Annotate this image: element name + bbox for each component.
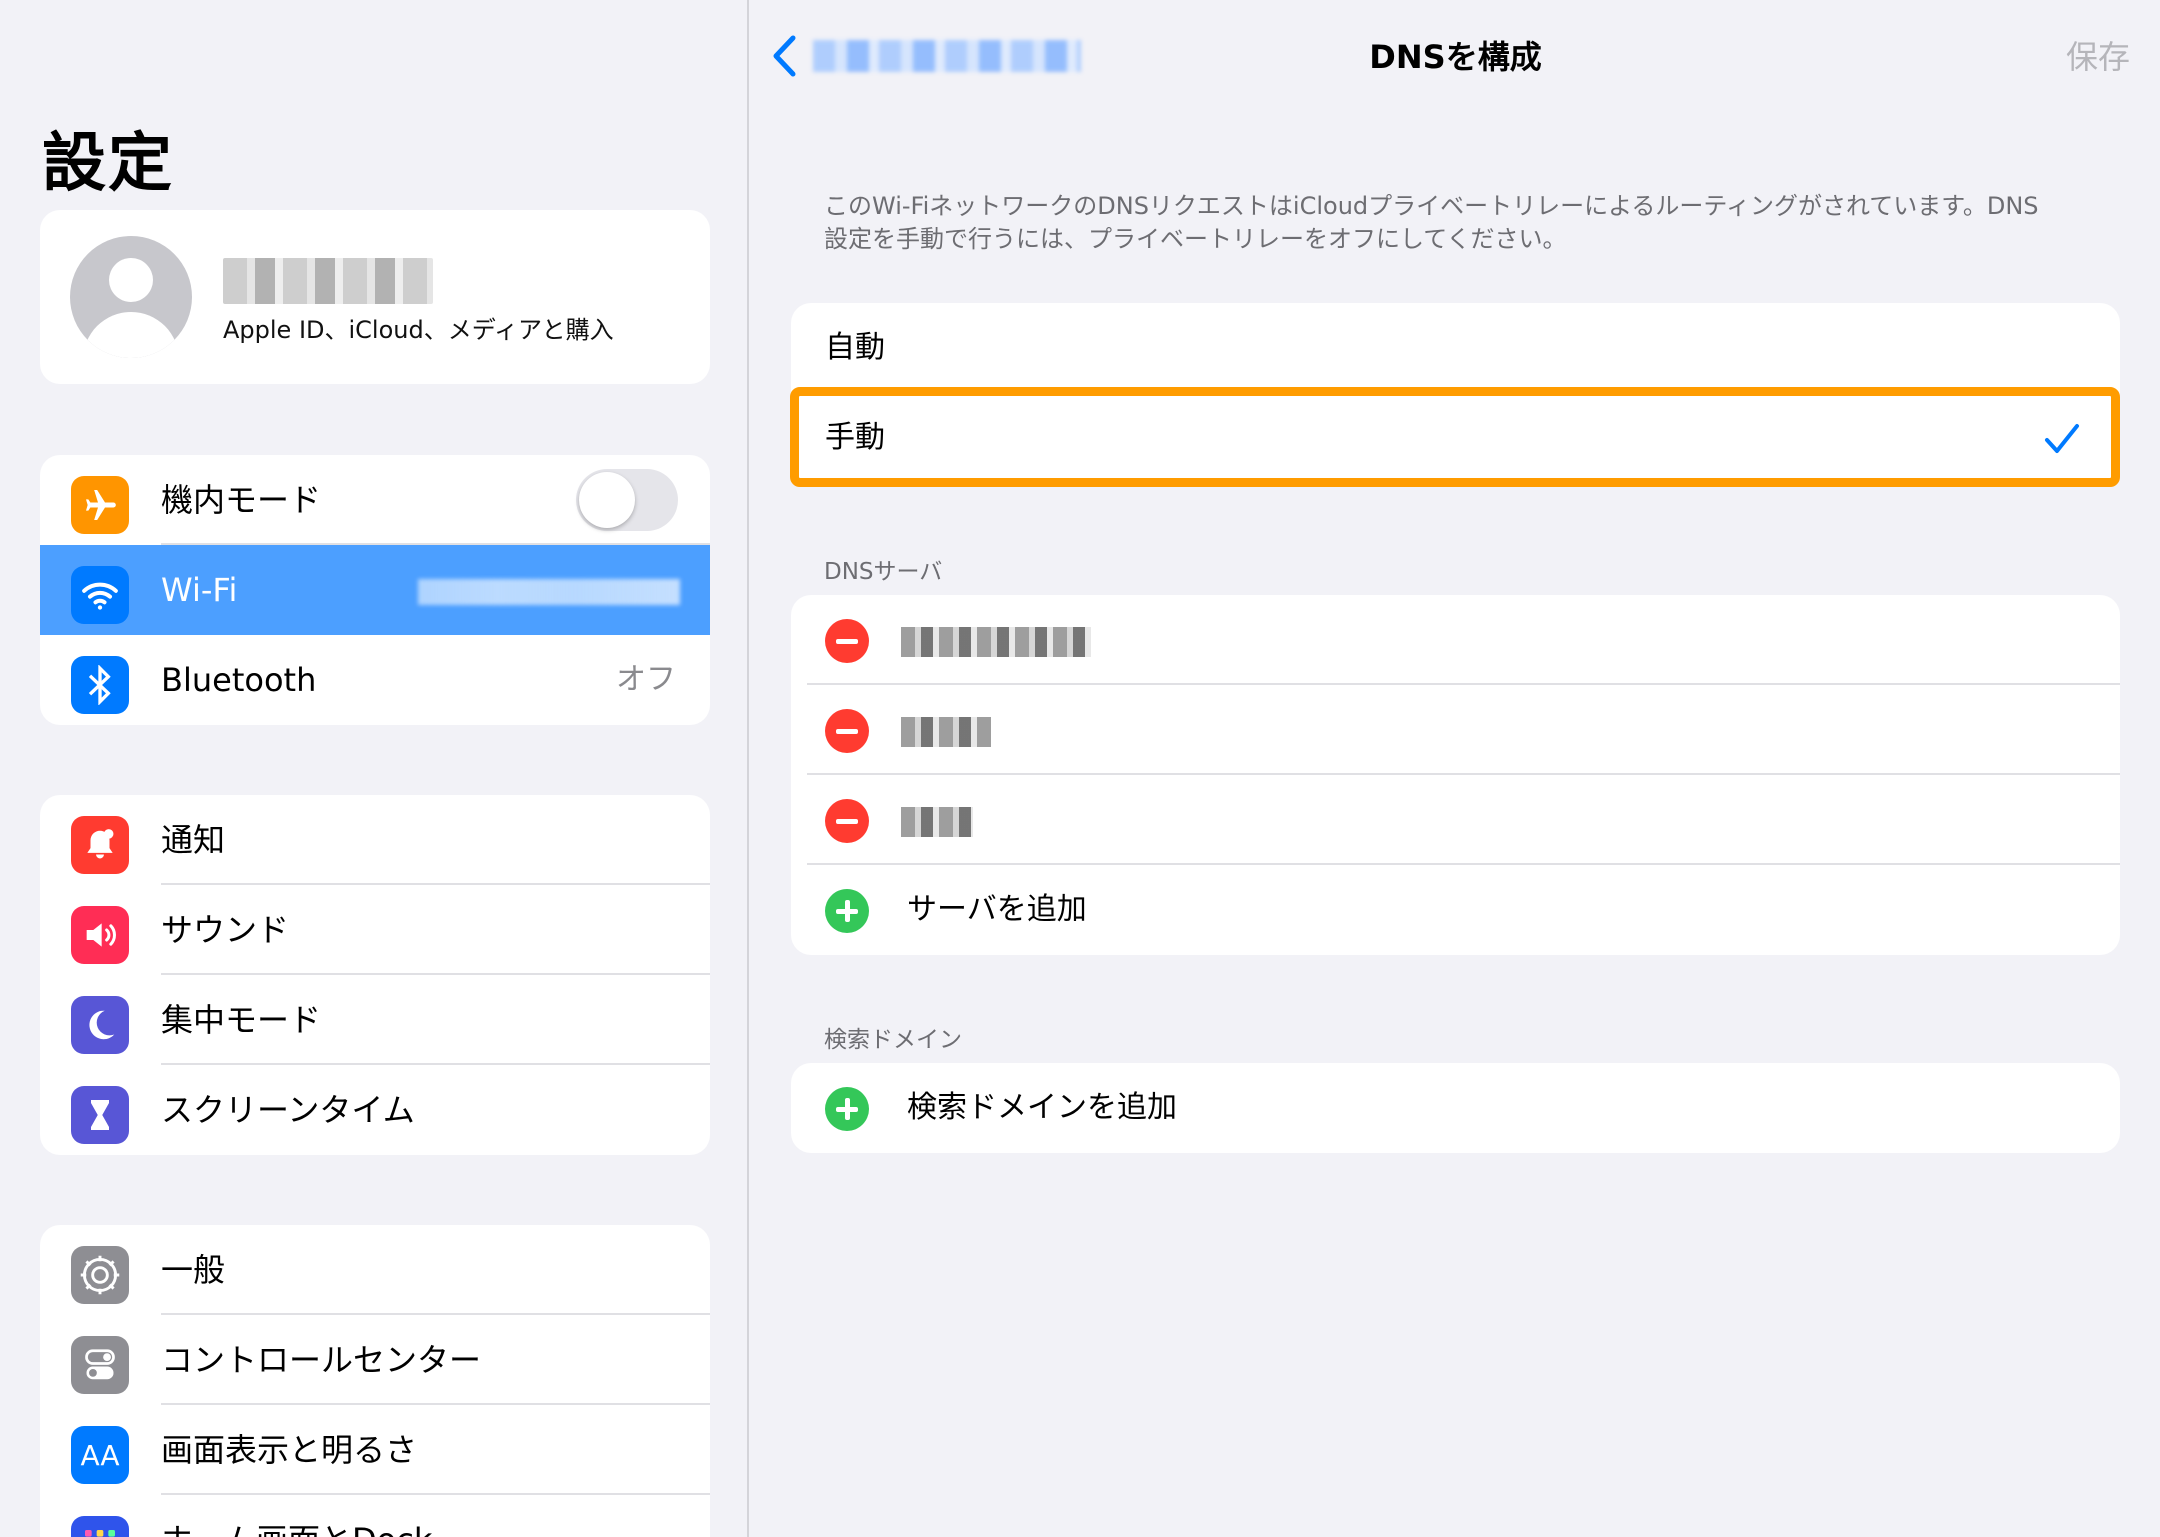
dns-server-address-redacted: [901, 627, 1091, 657]
dns-detail-pane: DNSを構成 保存 このWi-FiネットワークのDNSリクエストはiCloudプ…: [751, 0, 2160, 1537]
profile-name-redacted: [223, 258, 433, 304]
plus-icon: [825, 1087, 869, 1131]
sidebar-item-airplane-mode[interactable]: 機内モード: [40, 455, 710, 545]
sidebar-item-notifications[interactable]: 通知: [40, 795, 710, 885]
sidebar-item-display[interactable]: AA 画面表示と明るさ: [40, 1405, 710, 1495]
dns-server-row: [791, 775, 2120, 865]
remove-server-button[interactable]: [825, 619, 869, 663]
notifications-group: 通知 サウンド 集中モード スクリーンタイム: [40, 795, 710, 1155]
text-size-icon: AA: [71, 1426, 129, 1484]
sidebar-item-general[interactable]: 一般: [40, 1225, 710, 1315]
private-relay-notice: このWi-FiネットワークのDNSリクエストはiCloudプライベートリレーによ…: [824, 192, 2039, 253]
sidebar-item-label: Wi-Fi: [161, 571, 238, 609]
sidebar-item-screen-time[interactable]: スクリーンタイム: [40, 1065, 710, 1155]
add-search-domain-label: 検索ドメインを追加: [907, 1090, 1177, 1125]
section-header-search-domains: 検索ドメイン: [824, 1027, 962, 1053]
home-grid-icon: [71, 1516, 129, 1537]
bluetooth-status: オフ: [616, 662, 676, 697]
sidebar-item-control-center[interactable]: コントロールセンター: [40, 1315, 710, 1405]
dns-mode-group: 自動 手動: [791, 303, 2120, 483]
add-search-domain-row[interactable]: 検索ドメインを追加: [791, 1063, 2120, 1153]
sidebar-item-label: ホーム画面とDock: [161, 1495, 432, 1537]
section-header-dns-servers: DNSサーバ: [824, 559, 943, 585]
dns-server-row: [791, 685, 2120, 775]
sidebar-item-label: スクリーンタイム: [161, 1091, 415, 1129]
option-automatic[interactable]: 自動: [791, 303, 2120, 393]
wifi-network-name-redacted: [418, 579, 680, 605]
general-group: 一般 コントロールセンター AA 画面表示と明るさ ホーム画面とDock: [40, 1225, 710, 1537]
sidebar-item-label: 一般: [161, 1251, 226, 1289]
add-server-label: サーバを追加: [907, 892, 1087, 927]
sidebar-item-wifi[interactable]: Wi-Fi: [40, 545, 710, 635]
dns-server-list: サーバを追加: [791, 595, 2120, 955]
profile-subtitle: Apple ID、iCloud、メディアと購入: [223, 316, 614, 344]
bell-icon: [71, 816, 129, 874]
avatar: [70, 236, 192, 358]
sidebar-item-label: コントロールセンター: [161, 1341, 482, 1379]
sidebar-item-label: 機内モード: [161, 481, 322, 519]
sidebar-title: 設定: [42, 127, 174, 201]
add-server-row[interactable]: サーバを追加: [791, 865, 2120, 955]
sidebar-item-label: 集中モード: [161, 1001, 322, 1039]
remove-server-button[interactable]: [825, 709, 869, 753]
sidebar-item-focus[interactable]: 集中モード: [40, 975, 710, 1065]
dns-server-address-redacted: [901, 807, 973, 837]
dns-server-address-redacted: [901, 717, 991, 747]
page-title: DNSを構成: [1369, 38, 1542, 76]
network-group: 機内モード Wi-Fi Bluetooth オフ: [40, 455, 710, 725]
checkmark-icon: [2045, 424, 2079, 453]
plus-icon: [825, 889, 869, 933]
switches-icon: [71, 1336, 129, 1394]
settings-sidebar: 設定 Apple ID、iCloud、メディアと購入 機内モード Wi-Fi B…: [0, 0, 749, 1537]
option-manual[interactable]: 手動: [791, 393, 2120, 483]
gear-icon: [71, 1246, 129, 1304]
airplane-mode-toggle[interactable]: [576, 469, 678, 531]
remove-server-button[interactable]: [825, 799, 869, 843]
search-domain-list: 検索ドメインを追加: [791, 1063, 2120, 1153]
sidebar-item-sounds[interactable]: サウンド: [40, 885, 710, 975]
sidebar-item-label: 通知: [161, 821, 226, 859]
profile-card[interactable]: Apple ID、iCloud、メディアと購入: [40, 210, 710, 384]
speaker-icon: [71, 906, 129, 964]
dns-server-row: [791, 595, 2120, 685]
save-button[interactable]: 保存: [2066, 32, 2130, 78]
option-label: 手動: [825, 420, 885, 455]
sidebar-item-bluetooth[interactable]: Bluetooth オフ: [40, 635, 710, 725]
wifi-icon: [71, 566, 129, 624]
airplane-icon: [71, 476, 129, 534]
option-label: 自動: [825, 330, 885, 365]
moon-icon: [71, 996, 129, 1054]
bluetooth-icon: [71, 656, 129, 714]
hourglass-icon: [71, 1086, 129, 1144]
sidebar-item-label: Bluetooth: [161, 661, 317, 699]
sidebar-item-home-screen[interactable]: ホーム画面とDock: [40, 1495, 710, 1537]
sidebar-item-label: サウンド: [161, 911, 290, 949]
sidebar-item-label: 画面表示と明るさ: [161, 1431, 418, 1469]
